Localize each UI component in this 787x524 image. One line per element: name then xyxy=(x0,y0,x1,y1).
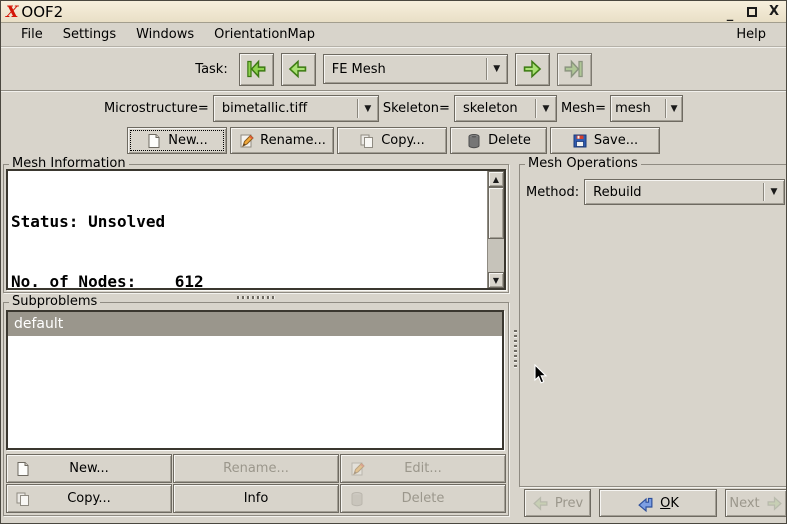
subproblems-list[interactable]: default xyxy=(6,310,504,450)
method-label: Method: xyxy=(526,184,580,200)
paned-area: Mesh Information Status: Unsolved No. of… xyxy=(1,156,786,523)
vertical-pane-handle[interactable] xyxy=(511,156,519,523)
task-first-button[interactable] xyxy=(238,52,274,86)
subproblem-buttons: New... Rename... Edit... Copy... Info De… xyxy=(6,454,506,513)
mesh-label: Mesh= xyxy=(560,101,607,116)
chevron-down-icon: ▼ xyxy=(493,64,501,74)
mesh-actions-row: New... Rename... Copy... Delete Save... xyxy=(1,125,786,156)
mesh-rename-button[interactable]: Rename... xyxy=(230,127,334,154)
microstructure-combo[interactable]: bimetallic.tiff ▼ xyxy=(212,95,379,122)
task-last-button xyxy=(556,52,592,86)
titlebar[interactable]: X OOF2 _ X xyxy=(1,1,786,23)
maximize-button[interactable] xyxy=(744,4,760,20)
skeleton-label: Skeleton= xyxy=(382,101,450,116)
list-item-default[interactable]: default xyxy=(8,312,502,336)
menu-orientationmap[interactable]: OrientationMap xyxy=(204,25,325,44)
close-button[interactable]: X xyxy=(766,4,782,20)
subproblem-copy-button[interactable]: Copy... xyxy=(6,484,172,513)
info-line: Status: Unsolved xyxy=(11,212,166,231)
menu-settings[interactable]: Settings xyxy=(53,25,126,44)
chevron-down-icon: ▼ xyxy=(364,103,372,114)
navigation-buttons-row: Prev OK Next xyxy=(519,487,786,523)
new-document-icon xyxy=(146,133,162,149)
oof2-window: X OOF2 _ X File Settings Windows Orienta… xyxy=(0,0,787,524)
task-label: Task: xyxy=(195,61,228,77)
menu-help[interactable]: Help xyxy=(726,25,776,44)
trash-icon xyxy=(466,133,482,149)
mesh-value: mesh xyxy=(615,101,651,116)
mesh-info-scrollbar[interactable]: ▲ ▼ xyxy=(487,171,504,288)
prev-arrow-icon xyxy=(532,495,549,512)
left-pane: Mesh Information Status: Unsolved No. of… xyxy=(1,156,511,523)
window-title: OOF2 xyxy=(21,2,64,21)
scroll-up-icon[interactable]: ▲ xyxy=(488,171,504,187)
scroll-down-icon[interactable]: ▼ xyxy=(488,272,504,288)
mesh-copy-button[interactable]: Copy... xyxy=(337,127,447,154)
task-combo-value: FE Mesh xyxy=(331,61,386,77)
mesh-delete-button[interactable]: Delete xyxy=(450,127,547,154)
menubar: File Settings Windows OrientationMap Hel… xyxy=(1,23,786,47)
chevron-down-icon: ▼ xyxy=(670,103,678,114)
subproblem-new-button[interactable]: New... xyxy=(6,454,172,483)
trash-icon xyxy=(349,491,365,507)
selector-row: Microstructure= bimetallic.tiff ▼ Skelet… xyxy=(1,92,786,125)
microstructure-label: Microstructure= xyxy=(103,101,209,116)
menu-windows[interactable]: Windows xyxy=(126,25,204,44)
scrollbar-track[interactable] xyxy=(488,187,504,272)
mesh-information-frame: Mesh Information Status: Unsolved No. of… xyxy=(3,156,509,293)
floppy-save-icon xyxy=(572,133,588,149)
task-back-button[interactable] xyxy=(280,52,316,86)
next-button: Next xyxy=(725,489,786,517)
back-arrow-icon xyxy=(288,59,308,79)
next-arrow-icon xyxy=(766,495,783,512)
menu-file[interactable]: File xyxy=(11,25,53,44)
chevron-down-icon: ▼ xyxy=(770,187,778,197)
microstructure-value: bimetallic.tiff xyxy=(221,101,308,116)
first-page-arrow-icon xyxy=(246,59,266,79)
last-page-arrow-icon xyxy=(564,59,584,79)
mesh-information-textview[interactable]: Status: Unsolved No. of Nodes: 612 No. o… xyxy=(6,169,506,290)
mesh-save-button[interactable]: Save... xyxy=(550,127,660,154)
skeleton-value: skeleton xyxy=(462,101,518,116)
subproblem-edit-button: Edit... xyxy=(340,454,506,483)
chevron-down-icon: ▼ xyxy=(542,103,550,114)
task-forward-button[interactable] xyxy=(514,52,550,86)
new-document-icon xyxy=(15,461,31,477)
rename-pencil-icon xyxy=(238,133,254,149)
subproblems-frame-label: Subproblems xyxy=(9,294,101,309)
right-pane: Mesh Operations Method: Rebuild ▼ Prev O… xyxy=(519,156,786,523)
skeleton-combo[interactable]: skeleton ▼ xyxy=(453,95,557,122)
info-line: No. of Nodes: 612 xyxy=(11,272,204,288)
mesh-new-button[interactable]: New... xyxy=(127,127,227,154)
task-navigation-bar: Task: FE Mesh ▼ xyxy=(1,47,786,91)
method-value: Rebuild xyxy=(593,184,642,200)
subproblem-delete-button: Delete xyxy=(340,484,506,513)
method-combo[interactable]: Rebuild ▼ xyxy=(584,179,785,205)
mesh-combo[interactable]: mesh ▼ xyxy=(610,95,684,122)
app-x11-icon: X xyxy=(6,1,19,21)
copy-pages-icon xyxy=(15,491,31,507)
mesh-operations-frame-label: Mesh Operations xyxy=(525,156,641,171)
minimize-button[interactable]: _ xyxy=(722,4,738,22)
ok-enter-arrow-icon xyxy=(637,495,654,512)
task-combo[interactable]: FE Mesh ▼ xyxy=(322,54,508,84)
pane-handle-dots xyxy=(513,329,517,368)
ok-button[interactable]: OK xyxy=(599,489,717,517)
mesh-operations-frame: Mesh Operations Method: Rebuild ▼ xyxy=(519,156,786,487)
pane-handle-dots xyxy=(237,296,275,299)
subproblems-frame: Subproblems default New... Rename... Edi… xyxy=(3,294,509,516)
forward-arrow-icon xyxy=(522,59,542,79)
mesh-information-text: Status: Unsolved No. of Nodes: 612 No. o… xyxy=(8,171,487,288)
copy-pages-icon xyxy=(359,133,375,149)
maximize-icon xyxy=(747,6,757,17)
scrollbar-thumb[interactable] xyxy=(488,187,504,239)
subproblem-rename-button: Rename... xyxy=(173,454,339,483)
main-area: Microstructure= bimetallic.tiff ▼ Skelet… xyxy=(1,91,786,523)
prev-button: Prev xyxy=(524,489,591,517)
subproblem-info-button[interactable]: Info xyxy=(173,484,339,513)
edit-pencil-icon xyxy=(349,461,365,477)
